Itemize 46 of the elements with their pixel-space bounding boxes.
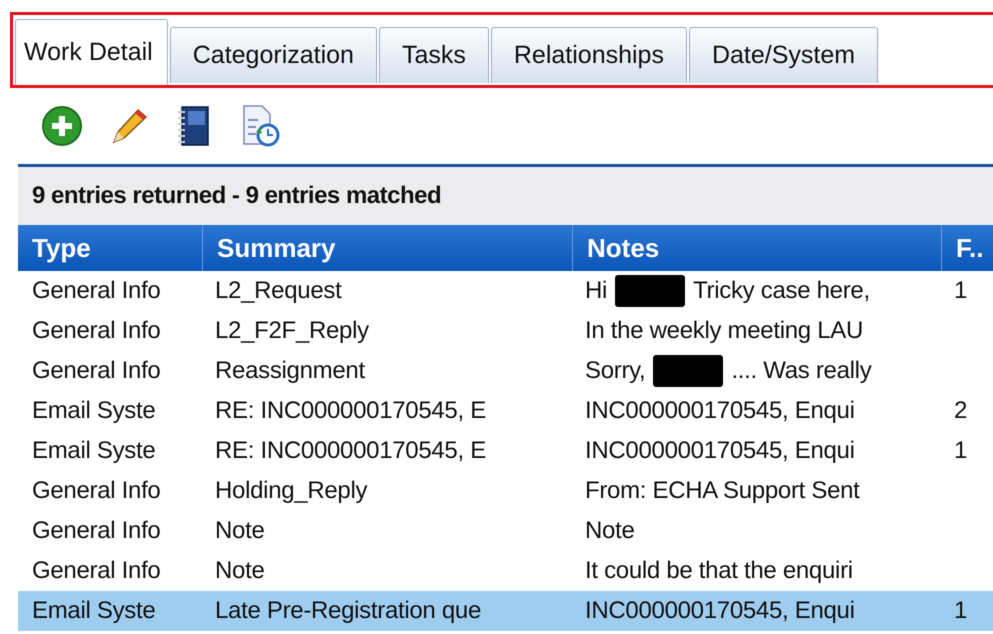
tab[interactable]: Categorization [170, 27, 377, 83]
redaction-mark [615, 275, 686, 307]
table-cell-text: RE: INC000000170545, E [214, 396, 487, 426]
table-cell-text: Reassignment [214, 356, 366, 386]
note-text: Tricky case here, [693, 277, 870, 305]
note-text: In the weekly meeting LAU [585, 317, 863, 345]
table-cell-text: General Info [31, 516, 162, 546]
note-text: INC000000170545, Enqui [585, 397, 855, 425]
tab[interactable]: Relationships [490, 27, 687, 83]
redaction-mark [653, 355, 724, 387]
table-cell: 2 [954, 397, 968, 425]
note-text: Note [585, 517, 634, 545]
note-text: .... Was really [731, 357, 872, 385]
table-cell-text: General Info [31, 476, 162, 506]
tab[interactable]: Date/System [688, 27, 878, 83]
table-cell-text: Holding_Reply [214, 476, 368, 506]
note-text: INC000000170545, Enqui [585, 597, 855, 625]
table-cell-text: General Info [31, 556, 162, 586]
table-cell-text: Note [214, 556, 266, 586]
note-text: INC000000170545, Enqui [585, 437, 855, 465]
table-cell-text: RE: INC000000170545, E [214, 436, 487, 466]
table-cell-text: General Info [31, 356, 162, 386]
table-cell: 1 [954, 437, 968, 465]
column-header[interactable]: Type [18, 225, 203, 271]
column-header[interactable]: F.. [942, 225, 993, 271]
column-header[interactable]: Notes [573, 225, 942, 271]
table-cell: 1 [954, 277, 968, 305]
tab[interactable]: Tasks [378, 27, 489, 83]
results-status: 9 entries returned - 9 entries matched [18, 167, 993, 225]
column-header[interactable]: Summary [203, 225, 573, 271]
note-text: Sorry, [585, 357, 646, 385]
table-cell-text: Note [214, 516, 266, 546]
table-cell: 1 [954, 597, 968, 625]
table-cell-text: Email Syste [31, 396, 156, 426]
table-cell-text: General Info [31, 316, 162, 346]
note-text: It could be that the enquiri [585, 557, 853, 585]
add-icon[interactable] [40, 104, 84, 148]
table-cell-text: Email Syste [31, 436, 156, 466]
tab[interactable]: Work Detail [15, 19, 168, 85]
table-cell-text: General Info [31, 276, 162, 306]
note-text: From: ECHA Support Sent [585, 477, 860, 505]
table-cell: Late Pre-Registration que [203, 591, 573, 631]
table-cell-text: L2_F2F_Reply [214, 316, 370, 346]
table-cell-text: L2_Request [214, 276, 343, 306]
table-cell: Email Syste [18, 591, 203, 631]
note-text: Hi [585, 277, 608, 305]
